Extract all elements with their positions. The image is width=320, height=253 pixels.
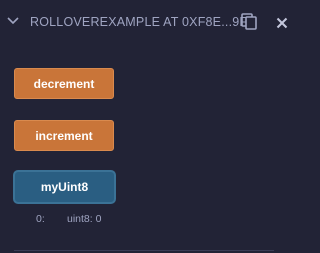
contract-title: ROLLOVEREXAMPLE AT 0XF8E...9FBE8 <box>30 15 254 29</box>
increment-button[interactable]: increment <box>14 120 114 151</box>
decrement-button[interactable]: decrement <box>14 68 114 99</box>
contract-header: ROLLOVEREXAMPLE AT 0XF8E...9FBE8 <box>0 0 298 44</box>
divider <box>14 250 274 251</box>
call-result: 0: uint8: 0 <box>0 213 298 227</box>
close-icon[interactable] <box>276 16 288 29</box>
result-index: 0: <box>36 213 45 225</box>
result-value: uint8: 0 <box>67 213 102 225</box>
myuint8-button[interactable]: myUint8 <box>13 170 116 204</box>
chevron-down-icon[interactable] <box>6 14 20 28</box>
copy-icon[interactable] <box>241 13 257 30</box>
deployed-contract-panel: ROLLOVEREXAMPLE AT 0XF8E...9FBE8 decreme… <box>0 0 298 253</box>
